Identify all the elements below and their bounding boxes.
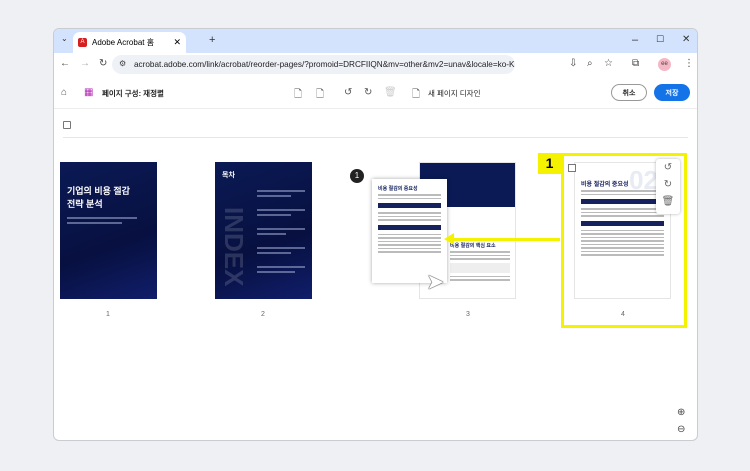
rotate-left-icon[interactable]: ↺ (656, 159, 680, 176)
browser-tab[interactable]: A Adobe Acrobat 홈 ✕ (73, 32, 186, 53)
site-info-icon[interactable]: ⚙ (119, 59, 126, 68)
page-4-title: 비용 절감의 중요성 (581, 182, 629, 188)
drag-count-badge: 1 (350, 169, 364, 183)
page-actions-panel: ↺ ↻ 🗑 (656, 159, 680, 214)
maximize-icon[interactable]: ☐ (656, 34, 664, 45)
cancel-button[interactable]: 취소 (611, 84, 647, 101)
menu-icon[interactable]: ⋮ (684, 58, 694, 69)
page-3-title: 비용 절감의 핵심 요소 (450, 243, 496, 249)
bookmark-star-icon[interactable]: ☆ (604, 58, 613, 69)
rotate-right-icon[interactable]: ↻ (364, 87, 372, 98)
title-bar: ⌄ A Adobe Acrobat 홈 ✕ + – ☐ ✕ (54, 29, 697, 53)
dragged-page-title: 비용 절감의 중요성 (378, 186, 418, 192)
page-2-title: 목차 (222, 172, 235, 179)
rotate-right-icon[interactable]: ↻ (656, 176, 680, 193)
insert-page-icon[interactable]: 🗋 (294, 87, 302, 104)
select-all-checkbox[interactable] (63, 121, 71, 129)
close-window-icon[interactable]: ✕ (682, 34, 690, 45)
extract-page-icon[interactable]: 🗋 (316, 87, 324, 104)
new-design-icon[interactable]: 🗋 (412, 87, 420, 104)
zoom-icon[interactable]: ⌕ (587, 58, 593, 69)
profile-avatar[interactable]: ee (658, 58, 671, 71)
arrow-head (444, 233, 454, 245)
page-thumbnail-2[interactable]: 목차 INDEX (215, 162, 312, 299)
cursor-icon: ➤ (426, 269, 445, 294)
zoom-out-icon[interactable]: ⊖ (677, 424, 685, 435)
zoom-in-icon[interactable]: ⊕ (677, 407, 685, 418)
minimize-icon[interactable]: – (632, 34, 638, 46)
forward-icon[interactable]: → (80, 58, 90, 69)
back-icon[interactable]: ← (60, 58, 70, 69)
index-watermark: INDEX (219, 207, 249, 287)
page-number-1: 1 (106, 311, 110, 318)
close-tab-icon[interactable]: ✕ (173, 37, 181, 48)
extensions-icon[interactable]: ⧉ (632, 58, 639, 69)
page-1-title: 기업의 비용 절감 전략 분석 (67, 186, 130, 209)
delete-icon[interactable]: 🗑 (384, 87, 397, 98)
dragged-page-preview[interactable]: 비용 절감의 중요성 (372, 179, 447, 283)
acrobat-icon: A (78, 38, 87, 47)
page-4-checkbox[interactable] (568, 164, 576, 172)
divider (63, 137, 688, 138)
delete-page-icon[interactable]: 🗑 (656, 193, 680, 210)
new-page-design-button[interactable]: 새 페이지 디자인 (428, 88, 480, 99)
app-toolbar: ⌂ ▦ 페이지 구성: 재정렬 🗋 🗋 ↺ ↻ 🗑 🗋 새 페이지 디자인 취소… (54, 77, 697, 109)
tab-list-icon[interactable]: ⌄ (61, 34, 68, 43)
rotate-left-icon[interactable]: ↺ (344, 87, 352, 98)
move-arrow (452, 238, 560, 241)
step-badge: 1 (538, 153, 561, 174)
save-button[interactable]: 저장 (654, 84, 690, 101)
page-thumbnail-1[interactable]: 기업의 비용 절감 전략 분석 (60, 162, 157, 299)
address-row: ← → ↻ ⚙ acrobat.adobe.com/link/acrobat/r… (54, 53, 697, 77)
home-icon[interactable]: ⌂ (61, 87, 67, 98)
install-icon[interactable]: ⇩ (569, 58, 577, 69)
page-number-4: 4 (621, 311, 625, 318)
organize-pages-icon: ▦ (84, 87, 94, 98)
page-number-2: 2 (261, 311, 265, 318)
page-title: 페이지 구성: 재정렬 (102, 89, 164, 98)
browser-window: ⌄ A Adobe Acrobat 홈 ✕ + – ☐ ✕ ← → ↻ ⚙ ac… (53, 28, 698, 441)
address-bar[interactable]: ⚙ acrobat.adobe.com/link/acrobat/reorder… (112, 55, 515, 74)
page-number-3: 3 (466, 311, 470, 318)
tab-title: Adobe Acrobat 홈 (92, 38, 155, 47)
reload-icon[interactable]: ↻ (99, 58, 107, 69)
url-text: acrobat.adobe.com/link/acrobat/reorder-p… (134, 60, 515, 69)
new-tab-icon[interactable]: + (209, 34, 215, 46)
